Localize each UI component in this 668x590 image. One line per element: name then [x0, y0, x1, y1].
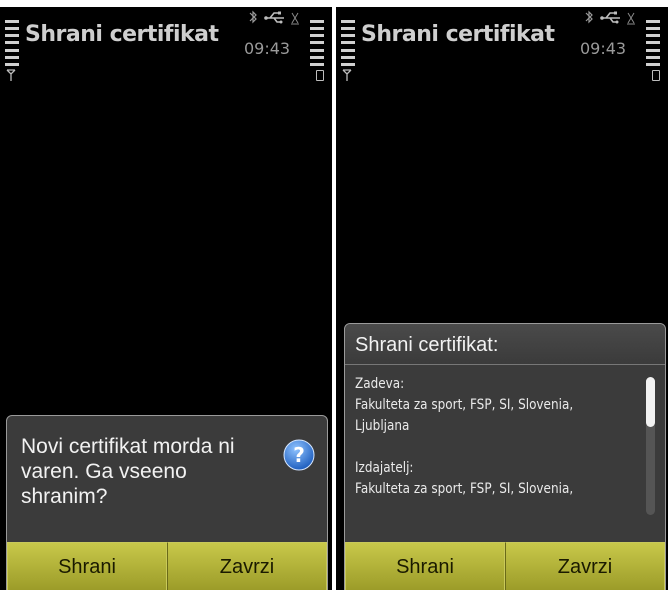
bluetooth-icon	[249, 10, 257, 24]
app-title: Shrani certifikat	[25, 22, 219, 47]
detail-line: Izdajatelj:	[355, 460, 414, 476]
usb-icon	[600, 11, 620, 24]
usb-icon	[264, 11, 284, 24]
discard-button[interactable]: Zavrzi	[505, 542, 665, 590]
antenna-icon	[6, 69, 16, 81]
battery-icon	[316, 70, 324, 81]
help-icon: ?	[283, 439, 315, 471]
antenna-icon	[342, 69, 352, 81]
signal-strength-icon	[341, 20, 355, 66]
detail-line: Zadeva:	[355, 376, 405, 392]
gprs-icon	[627, 12, 635, 25]
status-bar: Shrani certifikat 09:43	[336, 7, 668, 85]
scrollbar[interactable]	[646, 377, 655, 515]
dialog-title: Shrani certifikat:	[355, 334, 499, 356]
battery-icon	[652, 70, 660, 81]
detail-spacer	[355, 437, 600, 458]
softkey-row: Shrani Zavrzi	[345, 542, 665, 590]
phone-screen-left: Shrani certifikat 09:43 Novi certifikat …	[0, 7, 332, 590]
battery-level-icon	[646, 20, 660, 66]
certificate-dialog: Shrani certifikat: Zadeva: Fakulteta za …	[344, 323, 666, 590]
phone-screen-right: Shrani certifikat 09:43 Shrani certifika…	[336, 7, 668, 590]
bluetooth-icon	[585, 10, 593, 24]
detail-line: Fakulteta za sport, FSP, SI, Slovenia,	[355, 481, 574, 497]
gprs-icon	[291, 12, 299, 25]
save-button[interactable]: Shrani	[7, 542, 167, 590]
discard-button[interactable]: Zavrzi	[167, 542, 327, 590]
certificate-details: Zadeva: Fakulteta za sport, FSP, SI, Slo…	[355, 374, 600, 500]
status-bar: Shrani certifikat 09:43	[0, 7, 332, 85]
save-button[interactable]: Shrani	[345, 542, 505, 590]
confirm-dialog: Novi certifikat morda ni varen. Ga vseen…	[6, 415, 328, 590]
signal-strength-icon	[5, 20, 19, 66]
scrollbar-thumb[interactable]	[646, 377, 655, 427]
softkey-row: Shrani Zavrzi	[7, 542, 327, 590]
app-title: Shrani certifikat	[361, 22, 555, 47]
detail-line: Fakulteta za sport, FSP, SI, Slovenia,	[355, 397, 574, 413]
dialog-title-bar: Shrani certifikat:	[345, 324, 665, 365]
clock: 09:43	[580, 39, 627, 58]
battery-level-icon	[310, 20, 324, 66]
detail-line: Ljubljana	[355, 418, 410, 434]
svg-text:?: ?	[293, 443, 305, 467]
clock: 09:43	[244, 39, 291, 58]
query-text: Novi certifikat morda ni varen. Ga vseen…	[21, 435, 235, 508]
